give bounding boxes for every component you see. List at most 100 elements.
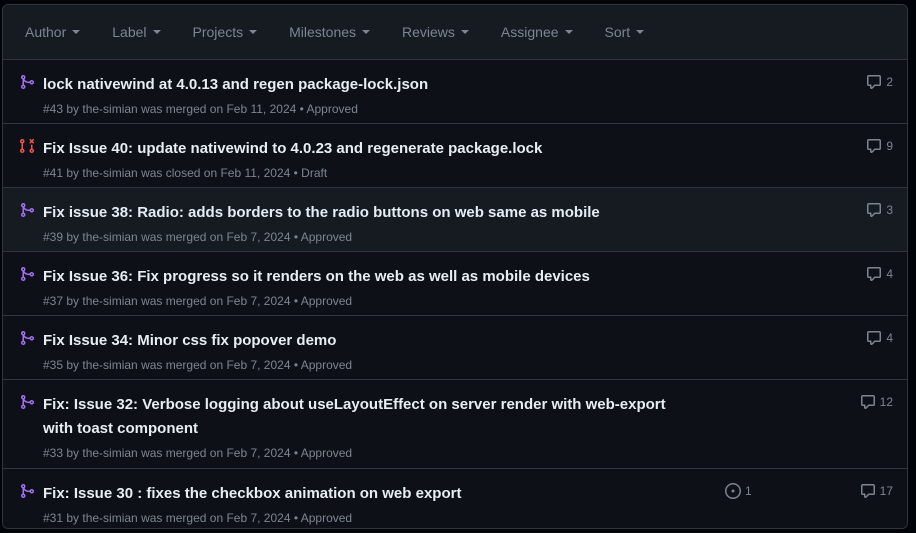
closed-pr-icon [19,138,35,154]
pr-date: Feb 7, 2024 [226,446,291,460]
pull-request-title-link[interactable]: lock nativewind at 4.0.13 and regen pack… [43,73,693,97]
review-status[interactable]: • Approved [291,230,352,244]
filter-label[interactable]: Label [112,24,161,40]
caret-down-icon [72,30,81,34]
comment-icon [867,331,882,345]
comment-count: 4 [886,267,893,281]
pull-request-row: Fix: Issue 30 : fixes the checkbox anima… [3,469,907,528]
pull-request-meta: #41 by the-simian was closed on Feb 11, … [43,166,327,180]
comment-icon [867,75,882,89]
meta-state: merged [165,294,207,308]
author-link[interactable]: the-simian [82,358,137,372]
comments-link[interactable]: 17 [860,483,893,499]
pull-request-meta: #43 by the-simian was merged on Feb 11, … [43,102,358,116]
pull-request-title-link[interactable]: Fix: Issue 32: Verbose logging about use… [43,393,693,441]
filter-toolbar: Author Label Projects Milestones Reviews… [3,5,907,60]
meta-text: by [63,166,83,180]
pull-request-meta: #35 by the-simian was merged on Feb 7, 2… [43,358,352,372]
comment-icon [867,267,882,281]
merged-pr-icon [19,330,35,346]
comments-link[interactable]: 4 [866,266,893,282]
pull-request-meta: #31 by the-simian was merged on Feb 7, 2… [43,511,352,525]
author-link[interactable]: the-simian [82,102,137,116]
pr-date: Feb 7, 2024 [226,230,291,244]
review-status[interactable]: • Approved [291,358,352,372]
review-status[interactable]: • Approved [291,294,352,308]
filter-sort[interactable]: Sort [605,24,645,40]
pull-request-meta: #37 by the-simian was merged on Feb 7, 2… [43,294,352,308]
author-link[interactable]: the-simian [82,166,137,180]
caret-down-icon [152,30,161,34]
pull-request-title-link[interactable]: Fix issue 38: Radio: adds borders to the… [43,201,693,225]
filter-projects[interactable]: Projects [193,24,258,40]
review-status[interactable]: • Draft [290,166,328,180]
meta-text: was [137,358,166,372]
comments-link[interactable]: 9 [866,138,893,154]
meta-text: by [63,230,83,244]
comment-icon [860,395,875,409]
meta-text: by [63,102,83,116]
pr-number: #41 [43,166,64,180]
pr-number: #39 [43,230,64,244]
filter-reviews[interactable]: Reviews [402,24,469,40]
review-status[interactable]: • Approved [291,511,352,525]
review-status[interactable]: • Approved [291,446,352,460]
filter-assignee-label: Assignee [500,24,559,40]
comments-link[interactable]: 12 [860,394,893,410]
pr-number: #37 [43,294,64,308]
comments-link[interactable]: 3 [866,202,893,218]
filter-sort-label: Sort [604,24,631,40]
filter-milestones[interactable]: Milestones [289,24,371,40]
caret-down-icon [362,30,371,34]
meta-state: merged [165,446,207,460]
meta-text: was [137,511,166,525]
meta-text: by [63,511,83,525]
comment-count: 17 [879,484,893,498]
meta-state: closed [165,166,201,180]
meta-text: on [206,102,227,116]
pr-date: Feb 11, 2024 [220,166,291,180]
meta-state: merged [165,102,207,116]
pr-date: Feb 11, 2024 [226,102,297,116]
caret-down-icon [460,30,469,34]
filter-assignee[interactable]: Assignee [501,24,573,40]
comments-link[interactable]: 4 [866,330,893,346]
pull-request-title-link[interactable]: Fix Issue 34: Minor css fix popover demo [43,329,693,353]
pull-request-meta: #39 by the-simian was merged on Feb 7, 2… [43,230,352,244]
pull-request-list: Author Label Projects Milestones Reviews… [2,4,908,529]
meta-state: merged [165,511,207,525]
comment-count: 4 [886,331,893,345]
pr-date: Feb 7, 2024 [226,294,291,308]
pr-number: #33 [43,446,64,460]
pr-date: Feb 7, 2024 [226,511,291,525]
pull-request-title-link[interactable]: Fix: Issue 30 : fixes the checkbox anima… [43,482,693,506]
filter-author[interactable]: Author [25,24,81,40]
comment-count: 3 [886,203,893,217]
pull-request-title-link[interactable]: Fix Issue 36: Fix progress so it renders… [43,265,693,289]
meta-text: by [63,446,83,460]
pull-request-row: lock nativewind at 4.0.13 and regen pack… [3,60,907,124]
merged-pr-icon [19,483,35,499]
meta-text: on [206,230,227,244]
review-status[interactable]: • Approved [296,102,358,116]
author-link[interactable]: the-simian [82,446,137,460]
pr-number: #31 [43,511,64,525]
pr-number: #35 [43,358,64,372]
comment-count: 2 [886,75,893,89]
comments-link[interactable]: 2 [866,74,893,90]
merged-pr-icon [19,266,35,282]
linked-issues-link[interactable]: 1 [725,483,752,499]
author-link[interactable]: the-simian [82,230,137,244]
caret-down-icon [249,30,258,34]
filter-author-label: Author [25,24,67,40]
author-link[interactable]: the-simian [82,294,137,308]
pull-request-row: Fix issue 38: Radio: adds borders to the… [3,188,907,252]
filter-milestones-label: Milestones [289,24,357,40]
meta-state: merged [165,358,207,372]
meta-text: on [206,446,227,460]
meta-text: was [137,166,166,180]
pull-request-row: Fix: Issue 32: Verbose logging about use… [3,380,907,469]
meta-state: merged [165,230,207,244]
author-link[interactable]: the-simian [82,511,137,525]
pull-request-title-link[interactable]: Fix Issue 40: update nativewind to 4.0.2… [43,137,693,161]
